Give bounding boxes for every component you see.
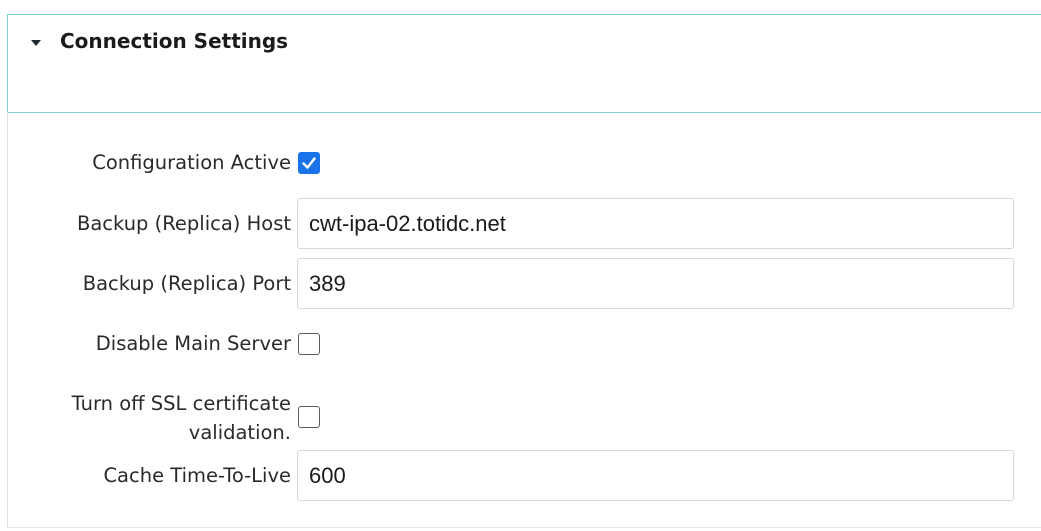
cache-ttl-label: Cache Time-To-Live [103, 464, 291, 487]
ssl-validation-label-line2: validation. [188, 421, 291, 444]
caret-down-icon[interactable] [31, 40, 41, 46]
backup-host-input[interactable] [297, 198, 1014, 249]
configuration-active-label: Configuration Active [92, 151, 291, 174]
backup-port-input[interactable] [297, 258, 1014, 309]
disable-main-server-label: Disable Main Server [95, 332, 291, 355]
ssl-validation-checkbox[interactable] [298, 406, 320, 428]
backup-port-label: Backup (Replica) Port [82, 272, 291, 295]
cache-ttl-input[interactable] [297, 450, 1014, 501]
checkmark-icon [302, 157, 316, 169]
backup-host-label: Backup (Replica) Host [76, 212, 291, 235]
disable-main-server-checkbox[interactable] [298, 333, 320, 355]
configuration-active-checkbox[interactable] [298, 152, 320, 174]
connection-settings-section: Connection Settings Configuration Active… [7, 14, 1041, 528]
ssl-validation-label-line1: Turn off SSL certificate [71, 392, 291, 415]
section-body: Configuration Active Backup (Replica) Ho… [7, 112, 1041, 528]
section-title: Connection Settings [60, 29, 289, 53]
section-header[interactable]: Connection Settings [7, 14, 1041, 113]
